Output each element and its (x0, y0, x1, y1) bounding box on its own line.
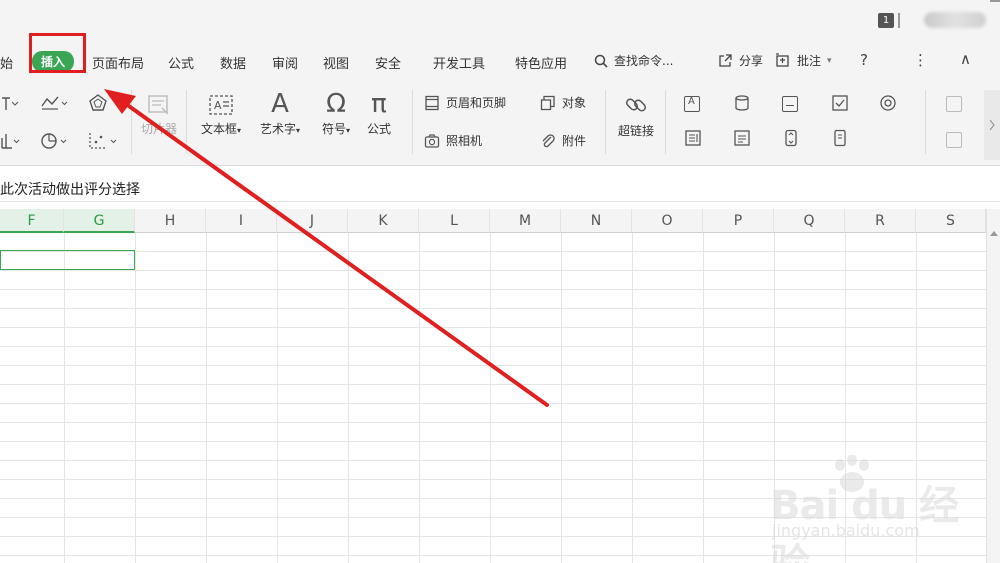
watermark-brand: Bai du 经验 (770, 483, 959, 563)
watermark-url: jingyan.baidu.com (772, 521, 920, 540)
spreadsheet-window: 1 始 插入 页面布局 公式 数据 审阅 视图 安全 开发工具 特色应用 查找命… (0, 0, 1000, 563)
baidu-jingyan-watermark: Bai du 经验 jingyan.baidu.com (770, 455, 980, 563)
